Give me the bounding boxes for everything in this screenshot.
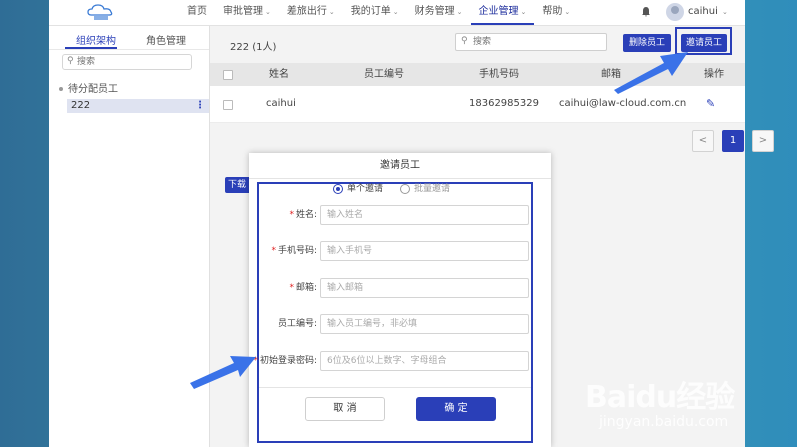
invite-employee-modal: 邀请员工 单个邀请 批量邀请 *姓名: *手机号码: *邮箱: 员工编号: *初…: [249, 153, 551, 447]
main-nav: 首页 审批管理 ⌄ 差旅出行 ⌄ 我的订单 ⌄ 财务管理 ⌄ 企业管理 ⌄ 帮助 ⌄: [179, 0, 578, 25]
avatar[interactable]: [666, 3, 684, 21]
nav-approval[interactable]: 审批管理 ⌄: [215, 0, 279, 25]
sidebar-search-input[interactable]: [77, 56, 187, 68]
name-input[interactable]: [320, 205, 529, 225]
radio-checked-icon: [333, 183, 343, 194]
unassigned-group[interactable]: 待分配员工: [59, 80, 118, 95]
column-header: 操作: [704, 69, 724, 80]
column-header: 姓名: [269, 69, 289, 80]
column-header: 员工编号: [364, 69, 404, 80]
edit-icon[interactable]: ✎: [706, 86, 715, 122]
chevron-down-icon: ⌄: [564, 8, 571, 16]
search-icon: ⚲: [67, 56, 74, 66]
nav-enterprise[interactable]: 企业管理 ⌄: [470, 0, 535, 25]
radio-unchecked-icon: [400, 183, 410, 194]
chevron-down-icon: ⌄: [265, 8, 271, 16]
active-tab-indicator: [65, 47, 117, 49]
page-1-button[interactable]: 1: [722, 130, 744, 152]
password-input[interactable]: [320, 351, 529, 371]
company-logo: [87, 4, 113, 20]
required-mark: *: [289, 210, 294, 220]
chevron-down-icon: ⌄: [392, 8, 399, 16]
bell-icon[interactable]: [639, 6, 653, 20]
employee-search-input[interactable]: [473, 36, 601, 48]
department-count: 222 (1人): [230, 42, 277, 53]
next-page-button[interactable]: >: [752, 130, 774, 152]
cancel-button[interactable]: 取 消: [305, 397, 385, 421]
pointer-arrow-icon: [614, 52, 688, 94]
pointer-arrow-icon: [190, 356, 256, 389]
department-item[interactable]: 222 ⋮: [67, 99, 209, 113]
sidebar-search: ⚲: [62, 54, 192, 70]
select-all-checkbox[interactable]: [223, 70, 233, 80]
watermark-brand: Baidu经验: [585, 380, 735, 415]
row-checkbox[interactable]: [223, 100, 233, 110]
tab-org-structure[interactable]: 组织架构: [76, 32, 116, 47]
field-label-email: * 邮箱:: [289, 283, 317, 293]
nav-help[interactable]: 帮助 ⌄: [534, 0, 578, 25]
required-mark: *: [289, 283, 294, 293]
watermark: Baidu经验 jingyan.baidu.com: [585, 370, 790, 440]
nav-travel[interactable]: 差旅出行 ⌄: [279, 0, 343, 25]
radio-single-invite[interactable]: 单个邀请: [333, 183, 383, 195]
field-label-password: * 初始登录密码:: [253, 356, 317, 366]
prev-page-button[interactable]: <: [692, 130, 714, 152]
phone-input[interactable]: [320, 241, 529, 261]
watermark-url: jingyan.baidu.com: [599, 414, 729, 430]
divider: [259, 387, 531, 388]
tab-role-management[interactable]: 角色管理: [146, 32, 186, 47]
radio-batch-invite[interactable]: 批量邀请: [400, 183, 450, 195]
nav-orders[interactable]: 我的订单 ⌄: [343, 0, 407, 25]
nav-home[interactable]: 首页: [179, 0, 215, 25]
employee-search: ⚲: [455, 33, 607, 51]
cell-name: caihui: [266, 98, 296, 109]
chevron-down-icon: ⌄: [520, 8, 527, 16]
search-icon: ⚲: [461, 36, 468, 46]
modal-title: 邀请员工: [249, 153, 551, 179]
column-header: 手机号码: [479, 69, 519, 80]
cell-phone: 18362985329: [469, 98, 539, 109]
nav-finance[interactable]: 财务管理 ⌄: [407, 0, 471, 25]
email-input[interactable]: [320, 278, 529, 298]
more-vertical-icon[interactable]: ⋮: [195, 99, 205, 113]
field-label-employee-no: 员工编号:: [277, 319, 317, 329]
confirm-button[interactable]: 确 定: [416, 397, 496, 421]
field-label-name: * 姓名:: [289, 210, 317, 220]
field-label-phone: * 手机号码:: [271, 246, 317, 256]
divider: [49, 49, 209, 50]
username[interactable]: caihui: [688, 0, 718, 24]
top-navbar: 首页 审批管理 ⌄ 差旅出行 ⌄ 我的订单 ⌄ 财务管理 ⌄ 企业管理 ⌄ 帮助 ⌄ cai…: [49, 0, 745, 26]
chevron-down-icon: ⌄: [456, 8, 463, 16]
sidebar: 组织架构 角色管理 ⚲ 待分配员工 222⋮: [49, 26, 210, 447]
chevron-down-icon: ⌄: [328, 8, 335, 16]
chevron-down-icon[interactable]: ⌄: [722, 0, 728, 24]
employee-no-input[interactable]: [320, 314, 529, 334]
download-button[interactable]: 下载: [225, 177, 251, 193]
required-mark: *: [271, 246, 276, 256]
bullet-icon: [59, 87, 63, 91]
